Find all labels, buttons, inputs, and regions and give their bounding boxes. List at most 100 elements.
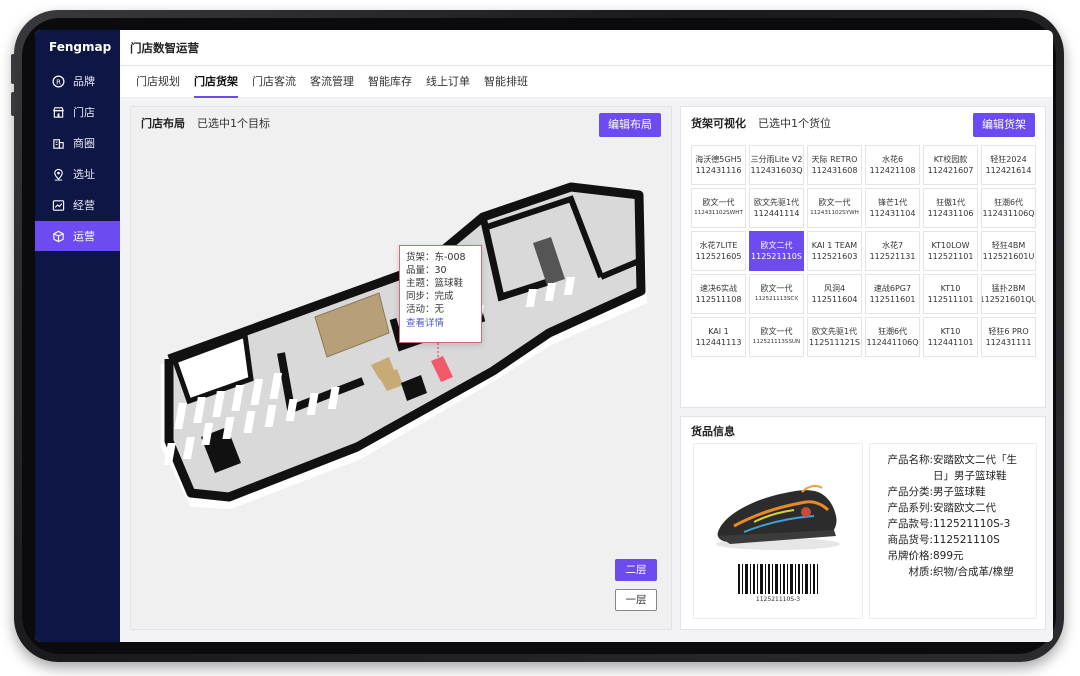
shelf-slot-code: 112521605 [695, 252, 742, 261]
product-field: 商品货号: 112521110S [870, 532, 1030, 548]
sidebar: Fengmap R 品牌 门店 商圈 选址 经营 运营 [35, 30, 120, 642]
sidebar-item[interactable]: 门店 [35, 97, 120, 127]
tab[interactable]: 门店客流 [252, 66, 296, 98]
tab[interactable]: 智能排班 [484, 66, 528, 98]
shelf-slot[interactable]: 欧文一代 112521113SSUN [749, 317, 804, 357]
shelf-slot-code: 112431608 [811, 166, 858, 175]
shelf-slot[interactable]: 海沃德5GH5 112431116 [691, 145, 746, 185]
sidebar-item[interactable]: 运营 [35, 221, 120, 251]
shelf-slot[interactable]: 欧文二代 112521110S [749, 231, 804, 271]
shelf-slot[interactable]: KT校园款 112421607 [923, 145, 978, 185]
shelf-slot-name: 欧文一代 [702, 198, 735, 207]
building-icon [51, 136, 65, 150]
shelf-slot[interactable]: 速决6实战 112511108 [691, 274, 746, 314]
sidebar-item-label: 选址 [73, 168, 95, 181]
shelf-slot-name: 欧文一代 [818, 198, 851, 207]
shelf-slot-name: 欧文先驱1代 [811, 327, 858, 336]
app-title: 门店数智运营 [120, 30, 1053, 66]
shelf-slot[interactable]: 天际 RETRO 112431608 [807, 145, 862, 185]
product-field-key: 商品货号: [887, 534, 933, 546]
sidebar-item[interactable]: 选址 [35, 159, 120, 189]
shelf-slot[interactable]: 轻狂4BM 112521601U [981, 231, 1036, 271]
sidebar-item-label: 门店 [73, 106, 95, 119]
tooltip-line: 主题：篮球鞋 [406, 278, 464, 289]
shelf-slot[interactable]: 三分雨Lite V2 112431603Q [749, 145, 804, 185]
shelf-slot-code: 112521601QU [981, 295, 1036, 304]
product-field-key: 产品名称: [887, 454, 933, 466]
sidebar-item-label: 运营 [73, 230, 95, 243]
sidebar-item[interactable]: 经营 [35, 190, 120, 220]
shelf-slot-name: 欧文一代 [760, 284, 793, 293]
shelf-slot[interactable]: 速战6PG7 112511601 [865, 274, 920, 314]
shelf-slot[interactable]: KAI 1 112441113 [691, 317, 746, 357]
shelf-slot-code: 112441106Q [866, 338, 919, 347]
shelf-slot-code: 112431102SYWH [810, 210, 859, 216]
product-field-value: 112521110S [933, 534, 1000, 546]
shelf-slot[interactable]: 猛扑2BM 112521601QU [981, 274, 1036, 314]
shelf-slot[interactable]: 锋芒1代 112431104 [865, 188, 920, 228]
shelf-slot[interactable]: KAI 1 TEAM 112521603 [807, 231, 862, 271]
device-side-button [11, 54, 15, 84]
shelf-slot-code: 112521110S [751, 252, 802, 261]
shelf-slot-code: 112441101 [927, 338, 974, 347]
shelf-slot[interactable]: 欧文一代 112431102SWHT [691, 188, 746, 228]
tab[interactable]: 门店货架 [194, 66, 238, 98]
shelf-slot[interactable]: KT10 112441101 [923, 317, 978, 357]
product-field-value: 安踏欧文二代 [933, 502, 996, 514]
shelf-slot-name: 轻狂2024 [990, 155, 1027, 164]
shelf-slot-name: KT10 [940, 284, 961, 293]
shelf-slot-code: 112431116 [695, 166, 742, 175]
shelf-slot[interactable]: 欧文一代 112521113SCX [749, 274, 804, 314]
chart-line-icon [51, 198, 65, 212]
product-field: 产品分类: 男子篮球鞋 [870, 484, 1030, 500]
floor-1-button[interactable]: 一层 [615, 589, 657, 611]
product-field-key: 产品款号: [887, 518, 933, 530]
shelf-slot-code: 112521601U [982, 252, 1035, 261]
shelf-slot-code: 112431106Q [982, 209, 1035, 218]
shelf-slot[interactable]: 狂潮6代 112431106Q [981, 188, 1036, 228]
shelf-selection-status: 已选中1个货位 [758, 117, 831, 130]
shelf-slot[interactable]: 狂潮6代 112441106Q [865, 317, 920, 357]
tab[interactable]: 智能库存 [368, 66, 412, 98]
shelf-slot-code: 112511121S [809, 338, 860, 347]
shelf-slot-name: 狂潮6代 [877, 327, 908, 336]
shelf-slot[interactable]: 狂傲1代 112431106 [923, 188, 978, 228]
shelf-slot-name: 轻狂6 PRO [988, 327, 1029, 336]
goods-panel-title: 货品信息 [691, 425, 735, 438]
store-3d-map[interactable] [131, 107, 671, 629]
shelf-slot[interactable]: KT10LOW 112521101 [923, 231, 978, 271]
shelf-slot-name: KAI 1 TEAM [811, 241, 858, 250]
tab[interactable]: 线上订单 [426, 66, 470, 98]
tab[interactable]: 门店规划 [136, 66, 180, 98]
shelf-slot-name: KT10LOW [931, 241, 970, 250]
sidebar-item-label: 商圈 [73, 137, 95, 150]
sidebar-item[interactable]: 商圈 [35, 128, 120, 158]
shelf-slot[interactable]: KT10 112511101 [923, 274, 978, 314]
shelf-slot-code: 112441114 [753, 209, 800, 218]
shelf-slot-code: 112421108 [869, 166, 916, 175]
floor-2-button[interactable]: 二层 [615, 559, 657, 581]
shelf-slot[interactable]: 轻狂2024 112421614 [981, 145, 1036, 185]
edit-shelf-button[interactable]: 编辑货架 [973, 113, 1035, 137]
edit-layout-button[interactable]: 编辑布局 [599, 113, 661, 137]
product-field: 吊牌价格: 899元 [870, 548, 1030, 564]
shelf-slot-name: 三分雨Lite V2 [750, 155, 803, 164]
layout-panel-title: 门店布局 [141, 117, 185, 130]
shelf-slot-name: 猛扑2BM [991, 284, 1026, 293]
shelf-slot-code: 112521113SCX [754, 296, 799, 302]
tab[interactable]: 客流管理 [310, 66, 354, 98]
shelf-slot[interactable]: 欧文一代 112431102SYWH [807, 188, 862, 228]
shelf-slot[interactable]: 水花7 112521131 [865, 231, 920, 271]
shelf-slot[interactable]: 水花7LITE 112521605 [691, 231, 746, 271]
shelf-slot[interactable]: 水花6 112421108 [865, 145, 920, 185]
shelf-slot-code: 112431106 [927, 209, 974, 218]
barcode [738, 564, 818, 594]
shelf-slot[interactable]: 欧文先驱1代 112511121S [807, 317, 862, 357]
view-details-link[interactable]: 查看详情 [406, 317, 475, 330]
shelf-slot[interactable]: 风洞4 112511604 [807, 274, 862, 314]
shelf-slot[interactable]: 轻狂6 PRO 112431111 [981, 317, 1036, 357]
shelf-slot[interactable]: 欧文先驱1代 112441114 [749, 188, 804, 228]
cube-icon [51, 229, 65, 243]
shelf-visualization-panel: 货架可视化 已选中1个货位 编辑货架 海沃德5GH5 112431116 三分雨Li… [680, 106, 1046, 408]
sidebar-item[interactable]: R 品牌 [35, 66, 120, 96]
